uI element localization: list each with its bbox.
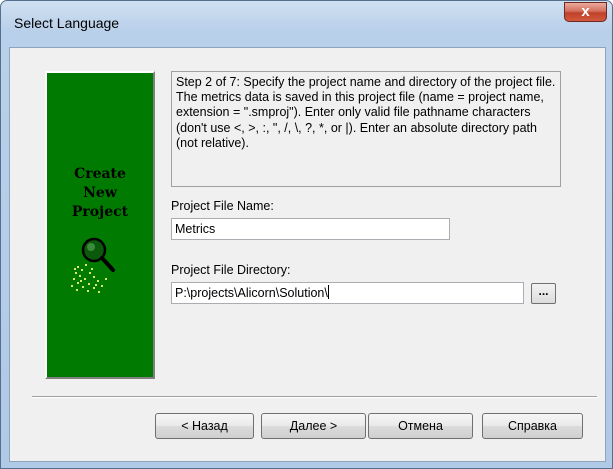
close-button[interactable]: x — [564, 2, 607, 22]
text-caret — [327, 285, 329, 299]
banner-title-line: New — [83, 185, 117, 201]
help-button[interactable]: Справка — [482, 413, 583, 439]
title-bar[interactable]: Select Language x — [1, 1, 612, 47]
magnifier-icon — [71, 237, 115, 293]
wizard-banner: Create New Project — [45, 71, 155, 379]
project-file-directory-label: Project File Directory: — [171, 263, 291, 277]
cancel-button[interactable]: Отмена — [368, 413, 473, 439]
project-file-name-input[interactable]: Metrics — [171, 218, 450, 240]
project-file-directory-input[interactable]: P:\projects\Alicorn\Solution\ — [171, 282, 524, 304]
ellipsis-icon: ... — [538, 284, 549, 298]
project-file-directory-value: P:\projects\Alicorn\Solution\ — [175, 286, 328, 300]
project-file-name-value: Metrics — [175, 222, 216, 236]
banner-title-line: Create — [74, 166, 126, 182]
select-language-window: Select Language x Create New Project Ste… — [0, 0, 613, 469]
button-separator — [32, 396, 597, 398]
browse-directory-button[interactable]: ... — [531, 283, 556, 304]
dialog-client-area: Create New Project Step 2 of 7: Specify … — [9, 47, 606, 462]
project-file-name-label: Project File Name: — [171, 199, 274, 213]
next-button[interactable]: Далее > — [261, 413, 366, 439]
banner-title-line: Project — [71, 204, 129, 220]
window-title: Select Language — [14, 15, 120, 31]
close-icon: x — [581, 3, 590, 20]
step-description: Step 2 of 7: Specify the project name an… — [171, 71, 561, 187]
banner-title: Create New Project — [47, 165, 153, 222]
back-button[interactable]: < Назад — [155, 413, 254, 439]
